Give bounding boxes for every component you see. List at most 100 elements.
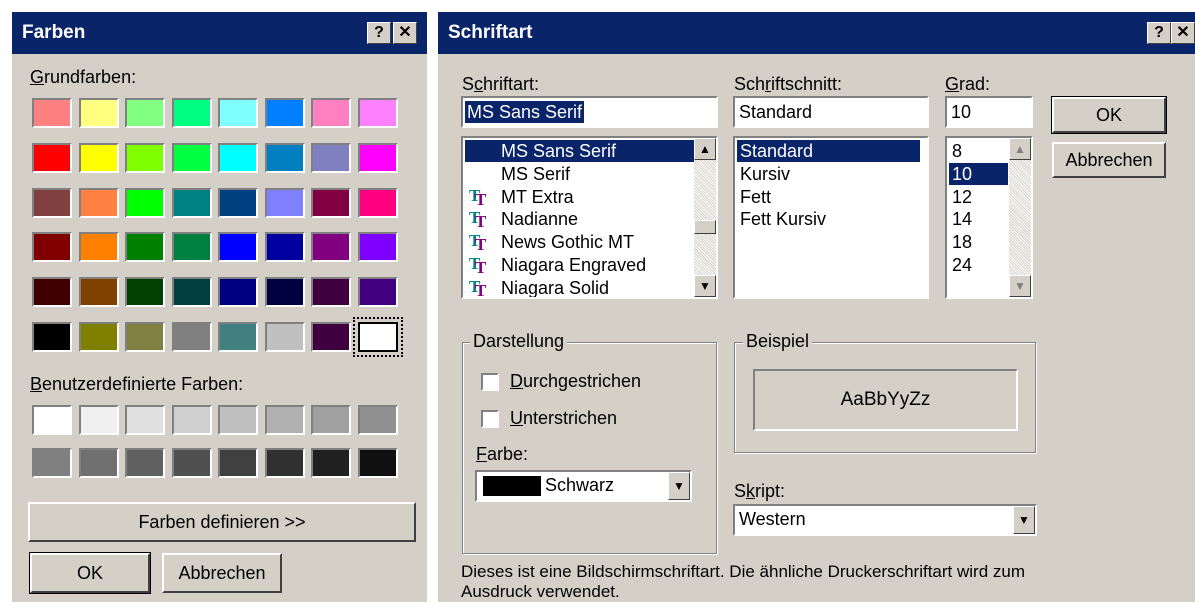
basic-color-swatch[interactable] (32, 187, 72, 218)
size-list-scrollbar[interactable]: ▲ ▼ (1009, 138, 1031, 297)
basic-color-swatch[interactable] (125, 98, 165, 128)
basic-color-swatch[interactable] (311, 98, 351, 128)
font-list-item[interactable]: T T MT Extra (465, 186, 694, 208)
basic-color-swatch[interactable] (311, 142, 351, 173)
font-style-input[interactable]: Standard (733, 96, 929, 128)
basic-color-swatch[interactable] (125, 232, 165, 263)
colors-cancel-button[interactable]: Abbrechen (162, 553, 282, 593)
basic-color-swatch[interactable] (32, 98, 72, 128)
font-name-list[interactable]: MS Sans Serif MS Serif T T MT Extra T T Nadiann… (461, 136, 718, 299)
dropdown-button[interactable]: ▼ (668, 472, 690, 500)
font-list-item[interactable]: MS Serif (465, 163, 694, 185)
custom-color-swatch[interactable] (218, 447, 258, 478)
custom-color-swatch[interactable] (218, 405, 258, 435)
basic-color-swatch[interactable] (357, 187, 398, 218)
basic-color-swatch[interactable] (311, 232, 351, 263)
close-button[interactable]: ✕ (1171, 22, 1195, 44)
basic-color-swatch[interactable] (264, 142, 305, 173)
font-color-select[interactable]: Schwarz ▼ (475, 470, 692, 502)
size-list-item[interactable]: 10 (949, 162, 1008, 185)
font-dialog-titlebar[interactable]: Schriftart ? ✕ (438, 12, 1195, 54)
size-list-item[interactable]: 24 (949, 254, 1008, 276)
custom-color-swatch[interactable] (264, 447, 305, 478)
help-button[interactable]: ? (1147, 22, 1171, 44)
scroll-down-button[interactable]: ▼ (694, 275, 716, 297)
scroll-up-button[interactable]: ▲ (694, 138, 716, 160)
font-list-scrollbar[interactable]: ▲ ▼ (694, 138, 716, 297)
basic-color-swatch[interactable] (218, 98, 258, 128)
basic-color-swatch[interactable] (264, 277, 305, 308)
basic-color-swatch[interactable] (125, 142, 165, 173)
scroll-up-button[interactable]: ▲ (1009, 138, 1031, 160)
basic-color-swatch[interactable] (264, 232, 305, 263)
underline-checkbox[interactable] (481, 410, 499, 428)
custom-color-swatch[interactable] (32, 405, 72, 435)
basic-color-swatch[interactable] (78, 187, 119, 218)
font-list-item[interactable]: MS Sans Serif (465, 140, 694, 162)
custom-color-swatch[interactable] (125, 447, 165, 478)
basic-color-swatch[interactable] (125, 277, 165, 308)
basic-color-swatch[interactable] (32, 142, 72, 173)
script-select[interactable]: Western ▼ (733, 504, 1037, 536)
define-custom-colors-button[interactable]: Farben definieren >> (28, 502, 416, 542)
font-list-item[interactable]: T T Nadianne (465, 208, 694, 230)
size-list-item[interactable]: 14 (949, 208, 1008, 230)
basic-color-swatch[interactable] (171, 187, 212, 218)
underline-label[interactable]: Unterstrichen (510, 408, 617, 429)
basic-color-swatch[interactable] (125, 187, 165, 218)
style-list-item[interactable]: Standard (737, 140, 920, 162)
basic-color-swatch[interactable] (171, 98, 212, 128)
basic-color-swatch[interactable] (78, 277, 119, 308)
colors-ok-button[interactable]: OK (30, 553, 150, 593)
size-list-item[interactable]: 12 (949, 186, 1008, 208)
basic-color-swatch[interactable] (78, 322, 119, 352)
colors-dialog-titlebar[interactable]: Farben ? ✕ (12, 12, 427, 54)
style-list-item[interactable]: Fett Kursiv (737, 208, 920, 230)
basic-color-swatch[interactable] (32, 232, 72, 263)
basic-color-swatch[interactable] (171, 232, 212, 263)
strikeout-label[interactable]: Durchgestrichen (510, 371, 641, 392)
font-size-list[interactable]: 8 10 12 14 18 24 ▲ ▼ (945, 136, 1033, 299)
custom-color-swatch[interactable] (311, 405, 351, 435)
basic-color-swatch[interactable] (311, 277, 351, 308)
basic-color-swatch[interactable] (32, 322, 72, 352)
custom-color-swatch[interactable] (78, 447, 119, 478)
basic-color-swatch[interactable] (78, 142, 119, 173)
custom-color-swatch[interactable] (357, 447, 398, 478)
basic-color-swatch[interactable] (171, 322, 212, 352)
basic-color-swatch[interactable] (218, 232, 258, 263)
basic-color-swatch[interactable] (171, 142, 212, 173)
basic-color-swatch[interactable] (357, 277, 398, 308)
scroll-thumb[interactable] (694, 220, 716, 234)
size-list-item[interactable]: 8 (949, 140, 1008, 162)
basic-color-swatch[interactable] (218, 142, 258, 173)
basic-color-swatch[interactable] (171, 277, 212, 308)
font-cancel-button[interactable]: Abbrechen (1052, 142, 1166, 178)
basic-color-swatch[interactable] (32, 277, 72, 308)
basic-color-swatch[interactable] (218, 322, 258, 352)
basic-color-swatch[interactable] (357, 98, 398, 128)
close-button[interactable]: ✕ (393, 22, 417, 44)
custom-color-swatch[interactable] (125, 405, 165, 435)
basic-color-swatch[interactable] (311, 322, 351, 352)
basic-color-swatch[interactable] (264, 98, 305, 128)
basic-color-swatch[interactable] (311, 187, 351, 218)
basic-color-swatch[interactable] (218, 277, 258, 308)
custom-color-swatch[interactable] (311, 447, 351, 478)
font-list-item[interactable]: T T Niagara Engraved (465, 254, 694, 276)
basic-color-swatch[interactable] (125, 322, 165, 352)
basic-color-swatch[interactable] (357, 142, 398, 173)
font-ok-button[interactable]: OK (1052, 97, 1166, 133)
strikeout-checkbox[interactable] (481, 373, 499, 391)
style-list-item[interactable]: Fett (737, 186, 920, 208)
font-style-list[interactable]: Standard Kursiv Fett Fett Kursiv (733, 136, 929, 299)
custom-color-swatch[interactable] (264, 405, 305, 435)
font-list-item[interactable]: T T Niagara Solid (465, 277, 694, 297)
basic-color-swatch[interactable] (264, 187, 305, 218)
custom-color-swatch[interactable] (32, 447, 72, 478)
size-list-item[interactable]: 18 (949, 231, 1008, 253)
custom-color-swatch[interactable] (171, 447, 212, 478)
font-name-input[interactable]: MS Sans Serif (461, 96, 718, 128)
style-list-item[interactable]: Kursiv (737, 163, 920, 185)
help-button[interactable]: ? (367, 22, 391, 44)
